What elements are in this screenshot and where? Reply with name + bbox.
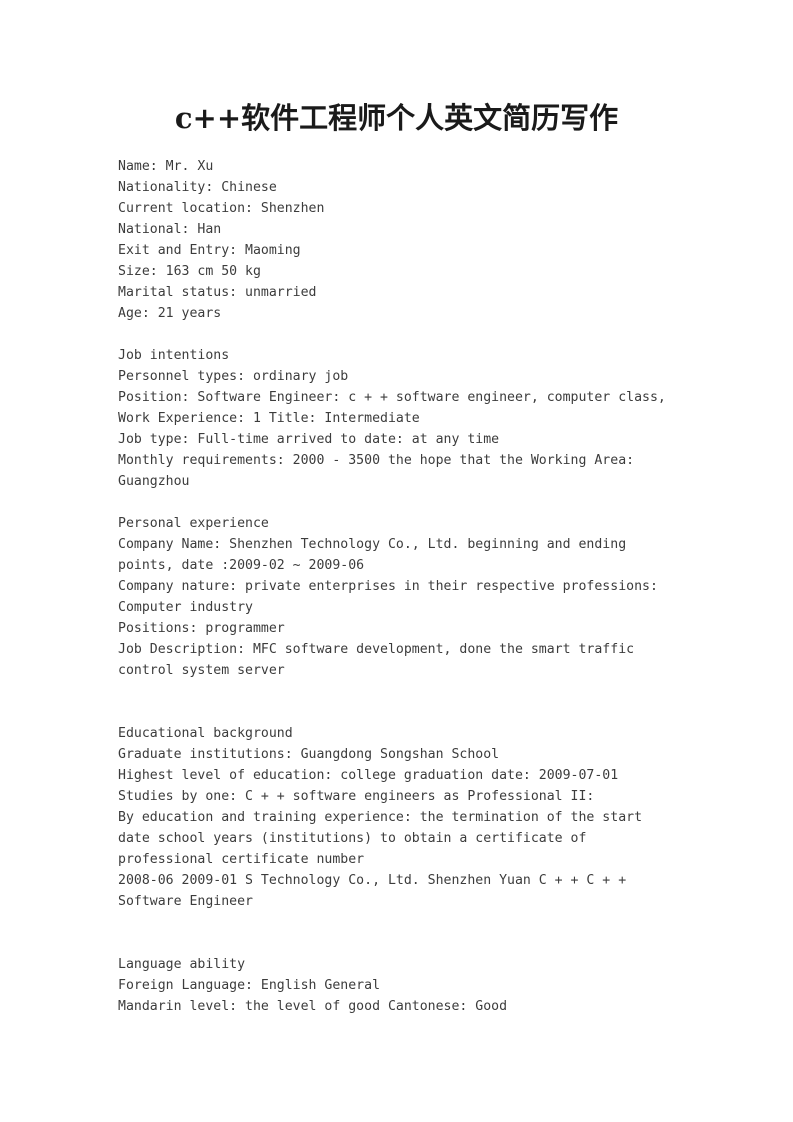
language-mandarin-level: Mandarin level: the level of good Canton… (118, 999, 508, 1014)
education-heading: Educational background (118, 726, 293, 741)
section-job-intentions: Job intentions Personnel types: ordinary… (118, 345, 674, 492)
job-intentions-work-exp: Work Experience: 1 Title: Intermediate (118, 411, 420, 426)
section-educational-background: Educational background Graduate institut… (118, 723, 674, 912)
personal-experience-heading: Personal experience (118, 516, 269, 531)
job-intentions-job-type: Job type: Full-time arrived to date: at … (118, 432, 500, 447)
personal-info-size: Size: 163 cm 50 kg (118, 264, 261, 279)
language-ability-heading: Language ability (118, 957, 246, 972)
personal-experience-job-description: Job Description: MFC software developmen… (118, 642, 643, 678)
section-language-ability: Language ability Foreign Language: Engli… (118, 954, 674, 1017)
personal-experience-company-nature: Company nature: private enterprises in t… (118, 579, 666, 615)
job-intentions-heading: Job intentions (118, 348, 230, 363)
resume-page: c++软件工程师个人英文简历写作 Name: Mr. Xu Nationalit… (0, 0, 793, 1122)
education-training-experience: By education and training experience: th… (118, 810, 650, 867)
personal-info-location: Current location: Shenzhen (118, 201, 325, 216)
job-intentions-position: Position: Software Engineer: c + + softw… (118, 390, 666, 405)
personal-info-exit-entry: Exit and Entry: Maoming (118, 243, 301, 258)
education-highest-level: Highest level of education: college grad… (118, 768, 619, 783)
personal-info-national: National: Han (118, 222, 222, 237)
section-personal-info: Name: Mr. Xu Nationality: Chinese Curren… (118, 156, 674, 324)
page-title: c++软件工程师个人英文简历写作 (174, 101, 619, 135)
language-foreign-language: Foreign Language: English General (118, 978, 381, 993)
personal-info-name: Name: Mr. Xu (118, 159, 214, 174)
personal-info-nationality: Nationality: Chinese (118, 180, 277, 195)
section-personal-experience: Personal experience Company Name: Shenzh… (118, 513, 674, 681)
personal-experience-company-name: Company Name: Shenzhen Technology Co., L… (118, 537, 635, 573)
job-intentions-salary: Monthly requirements: 2000 - 3500 the ho… (118, 453, 643, 489)
personal-info-marital: Marital status: unmarried (118, 285, 317, 300)
personal-info-age: Age: 21 years (118, 306, 222, 321)
personal-experience-positions: Positions: programmer (118, 621, 285, 636)
education-graduate-institution: Graduate institutions: Guangdong Songsha… (118, 747, 500, 762)
document-body: Name: Mr. Xu Nationality: Chinese Curren… (118, 156, 674, 1017)
education-studies: Studies by one: C + + software engineers… (118, 789, 595, 804)
education-certificate-record: 2008-06 2009-01 S Technology Co., Ltd. S… (118, 873, 635, 909)
job-intentions-personnel: Personnel types: ordinary job (118, 369, 349, 384)
